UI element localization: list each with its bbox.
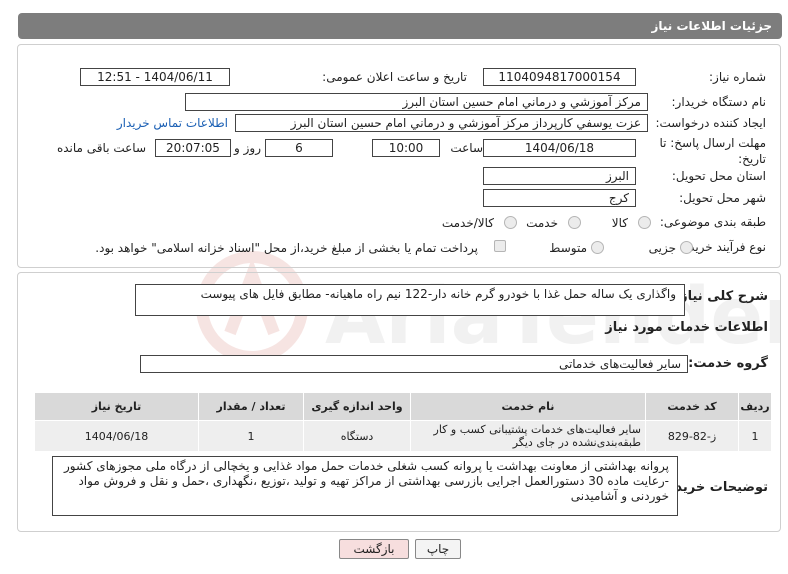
process-minor-radio[interactable] bbox=[680, 241, 693, 254]
buyer-contact-link[interactable]: اطلاعات تماس خریدار bbox=[117, 114, 228, 132]
table-row: 1 ز-82-829 سایر فعالیت‌های خدمات پشتیبان… bbox=[34, 420, 772, 452]
deadline-time-label: ساعت bbox=[450, 141, 483, 155]
deadline-label: مهلت ارسال پاسخ: تا تاریخ: bbox=[659, 136, 766, 166]
remaining-time-label: ساعت باقی مانده bbox=[56, 141, 146, 155]
deadline-time-field: 10:00 bbox=[372, 139, 440, 157]
buyer-org-field: مرکز آموزشي و درماني امام حسين استان الب… bbox=[185, 93, 648, 111]
table-header-row: ردیف کد خدمت نام خدمت واحد اندازه گیری ت… bbox=[34, 392, 772, 421]
requester-label: ایجاد کننده درخواست: bbox=[655, 116, 766, 130]
category-goods-label: کالا bbox=[611, 216, 628, 230]
col-code-header: کد خدمت bbox=[645, 392, 739, 421]
announce-date-field: 1404/06/11 - 12:51 bbox=[80, 68, 230, 86]
col-name-header: نام خدمت bbox=[410, 392, 646, 421]
page-header: جزئیات اطلاعات نیاز bbox=[18, 13, 782, 39]
category-goods-service-radio[interactable] bbox=[504, 216, 517, 229]
col-date-header: تاریخ نیاز bbox=[34, 392, 199, 421]
col-unit-header: واحد اندازه گیری bbox=[303, 392, 411, 421]
service-date: 1404/06/18 bbox=[34, 420, 199, 452]
service-code: ز-82-829 bbox=[645, 420, 739, 452]
process-medium-radio[interactable] bbox=[591, 241, 604, 254]
back-button[interactable]: بازگشت bbox=[339, 539, 409, 559]
page-title: جزئیات اطلاعات نیاز bbox=[651, 19, 772, 33]
announce-date-label: تاریخ و ساعت اعلان عمومی: bbox=[322, 70, 467, 84]
service-group-field: سایر فعالیت‌های خدماتی bbox=[140, 355, 688, 373]
city-label: شهر محل تحویل: bbox=[679, 191, 766, 205]
remaining-time-field: 20:07:05 bbox=[155, 139, 231, 157]
province-field: البرز bbox=[483, 167, 636, 185]
service-group-label: گروه خدمت: bbox=[688, 356, 768, 371]
services-section-title: اطلاعات خدمات مورد نیاز bbox=[605, 320, 768, 335]
category-service-radio[interactable] bbox=[568, 216, 581, 229]
process-medium-label: متوسط bbox=[549, 241, 587, 255]
services-table: ردیف کد خدمت نام خدمت واحد اندازه گیری ت… bbox=[34, 392, 772, 452]
category-goods-service-label: کالا/خدمت bbox=[441, 216, 494, 230]
summary-label: شرح کلی نیاز: bbox=[674, 289, 768, 304]
col-row-header: ردیف bbox=[738, 392, 772, 421]
service-qty: 1 bbox=[198, 420, 304, 452]
summary-textarea: واگذاری یک ساله حمل غذا با خودرو گرم خان… bbox=[135, 284, 685, 316]
requester-field: عزت يوسفي كارپرداز مرکز آموزشي و درماني … bbox=[235, 114, 648, 132]
city-field: کرج bbox=[483, 189, 636, 207]
category-service-label: خدمت bbox=[526, 216, 558, 230]
buyer-notes-textarea: پروانه بهداشتی از معاونت بهداشت یا پروان… bbox=[52, 456, 678, 516]
need-number-field: 1104094817000154 bbox=[483, 68, 636, 86]
category-label: طبقه بندی موضوعی: bbox=[659, 215, 766, 229]
need-number-label: شماره نیاز: bbox=[709, 70, 766, 84]
treasury-payment-note: پرداخت تمام یا بخشی از مبلغ خرید،از محل … bbox=[95, 241, 478, 255]
category-goods-radio[interactable] bbox=[638, 216, 651, 229]
remaining-days-label: روز و bbox=[234, 141, 261, 155]
treasury-payment-checkbox[interactable] bbox=[494, 240, 506, 252]
process-minor-label: جزیی bbox=[648, 241, 676, 255]
deadline-date-field: 1404/06/18 bbox=[483, 139, 636, 157]
remaining-days-field: 6 bbox=[265, 139, 333, 157]
col-qty-header: تعداد / مقدار bbox=[198, 392, 304, 421]
service-name: سایر فعالیت‌های خدمات پشتیبانی کسب و کار… bbox=[410, 420, 646, 452]
service-unit: دستگاه bbox=[303, 420, 411, 452]
row-number: 1 bbox=[738, 420, 772, 452]
print-button[interactable]: چاپ bbox=[415, 539, 461, 559]
buyer-org-label: نام دستگاه خریدار: bbox=[671, 95, 767, 109]
province-label: استان محل تحویل: bbox=[671, 169, 766, 183]
process-type-label: نوع فرآیند خرید : bbox=[681, 240, 766, 254]
